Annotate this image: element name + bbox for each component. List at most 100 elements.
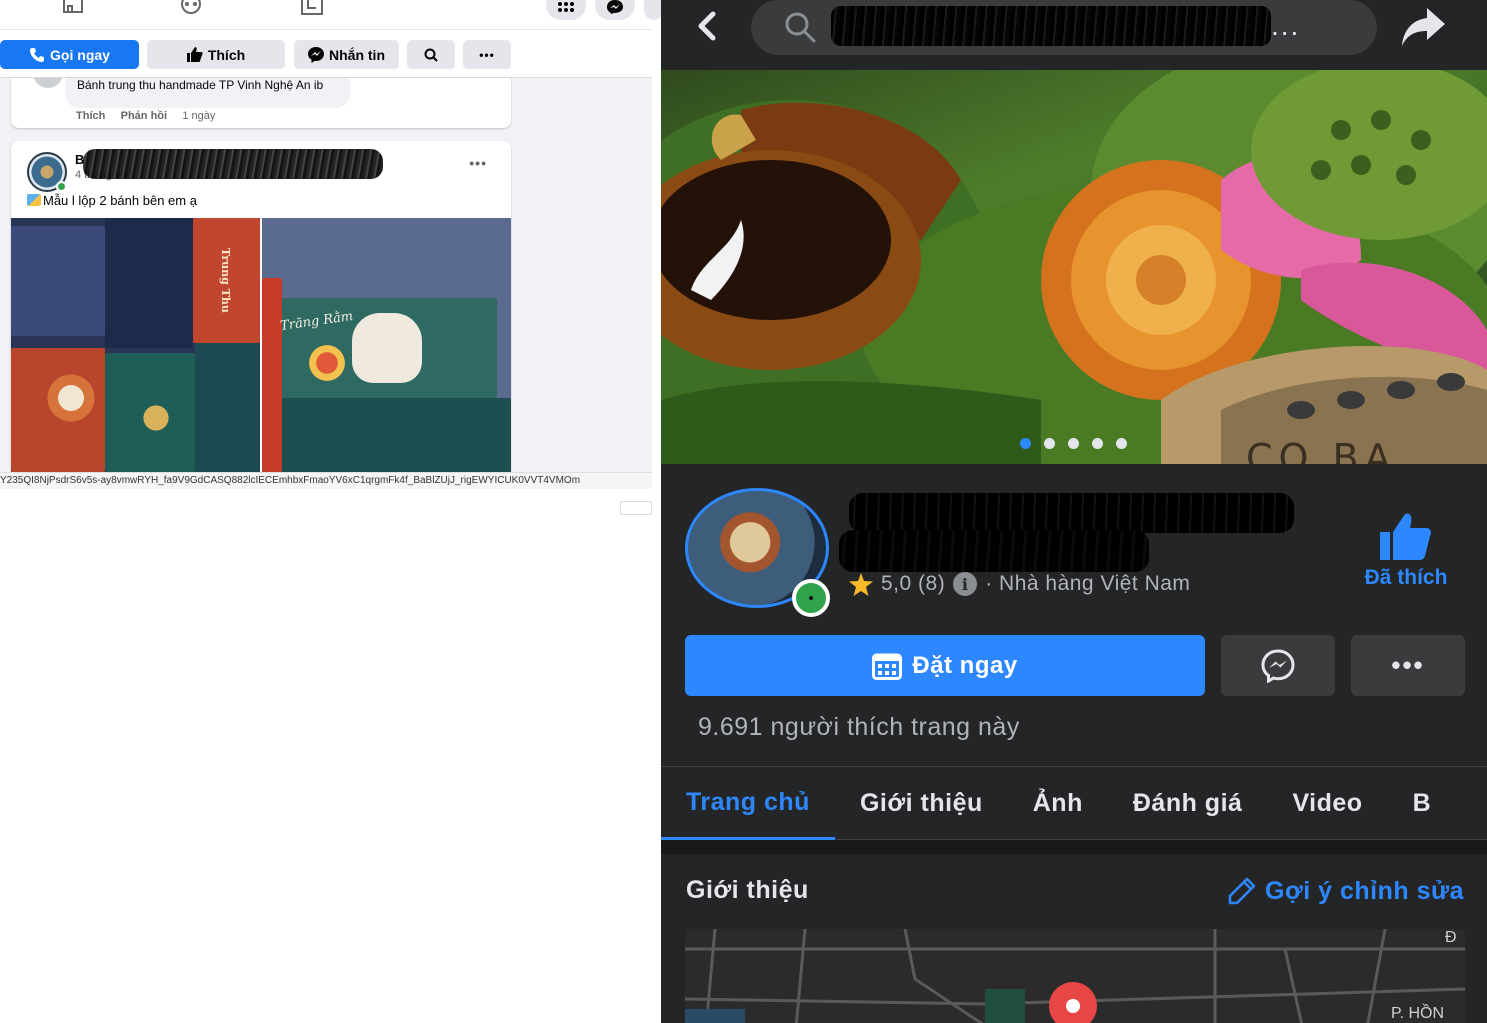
map-district-label: P. HỒN: [1391, 1005, 1445, 1022]
map-streets: [685, 929, 1465, 1023]
gaming-icon[interactable]: [300, 0, 326, 18]
about-title: Giới thiệu: [686, 876, 809, 904]
slide-dot[interactable]: [1092, 438, 1103, 449]
post-photo-1[interactable]: Trung Thu: [11, 218, 260, 472]
comment-bubble: Bánh trung thu handmade TP Vinh Nghệ An …: [65, 78, 350, 108]
tab-about[interactable]: Giới thiệu: [835, 767, 1008, 840]
desktop-facebook-panel: Gọi ngay Thích Nhắn tin ••• Bánh trung t…: [0, 0, 661, 1023]
comment-meta: Thích Phản hồi 1 ngày: [76, 110, 215, 122]
thumbs-up-icon: [186, 47, 203, 62]
search-ellipsis: ...: [1271, 10, 1301, 41]
rating-value: 5,0 (8): [881, 572, 946, 595]
book-now-button[interactable]: Đặt ngay: [685, 635, 1205, 696]
groups-icon[interactable]: [178, 0, 204, 18]
cover-watermark: CO BA: [1246, 436, 1397, 464]
gift-box: [262, 278, 282, 472]
commenter-avatar: [33, 78, 63, 88]
info-icon[interactable]: i: [953, 572, 978, 596]
gift-box: [11, 226, 105, 336]
notifications-button[interactable]: [644, 0, 661, 20]
slide-dot[interactable]: [1068, 438, 1079, 449]
thumbs-up-icon: [1380, 513, 1431, 560]
more-options-button[interactable]: •••: [1351, 635, 1465, 696]
flower-motif: [131, 393, 181, 443]
back-arrow-icon[interactable]: [691, 8, 727, 44]
tab-photos[interactable]: Ảnh: [1008, 767, 1108, 840]
mobile-facebook-panel: ... CO BA 5,0 (8) i · Nhà hàng Việt Nam …: [661, 0, 1487, 1023]
page-action-bar: Gọi ngay Thích Nhắn tin •••: [0, 30, 652, 78]
search-bar[interactable]: ...: [751, 0, 1377, 55]
post-card: B 4 tháng 9 lú ••• Mẫu l lộp 2 bánh bên …: [11, 141, 511, 472]
online-status-dot: [56, 181, 67, 192]
flower-motif: [302, 338, 352, 388]
menu-grid-button[interactable]: [546, 0, 586, 20]
search-page-button[interactable]: [407, 40, 455, 69]
suggest-edit-label: Gợi ý chỉnh sửa: [1265, 876, 1464, 905]
star-icon: [849, 572, 873, 596]
mobile-top-bar: ...: [661, 0, 1487, 70]
message-button[interactable]: Nhắn tin: [294, 40, 399, 69]
cover-illustration: [661, 70, 1487, 464]
redacted-page-name-line2: [839, 530, 1149, 572]
more-options-button[interactable]: •••: [463, 40, 511, 69]
like-label: Thích: [207, 46, 246, 63]
messenger-icon: [607, 0, 623, 14]
redacted-search-text: [831, 6, 1271, 46]
rating-row[interactable]: 5,0 (8) i · Nhà hàng Việt Nam: [849, 572, 1190, 596]
rabbit-motif: [352, 313, 422, 383]
calendar-icon: [872, 653, 903, 680]
search-icon: [785, 12, 816, 43]
location-map[interactable]: P. HỒN Đ: [685, 929, 1465, 1023]
comment-time: 1 ngày: [182, 110, 216, 122]
tab-reviews[interactable]: Đánh giá: [1108, 767, 1268, 840]
comment-like-link[interactable]: Thích: [76, 110, 105, 122]
slide-dot[interactable]: [1044, 438, 1055, 449]
gift-box: [262, 398, 511, 472]
cover-photo[interactable]: CO BA: [661, 70, 1487, 464]
redacted-page-name: [849, 493, 1294, 533]
messenger-icon: [1261, 648, 1295, 683]
slide-dot[interactable]: [1020, 438, 1031, 449]
tab-videos[interactable]: Video: [1267, 767, 1387, 840]
map-street-label: Đ: [1445, 929, 1457, 946]
post-more-button[interactable]: •••: [469, 155, 487, 171]
post-caption: Mẫu l lộp 2 bánh bên em ạ: [27, 193, 197, 208]
online-status-dot: [792, 579, 830, 617]
page-category: · Nhà hàng Việt Nam: [985, 572, 1191, 595]
profile-picture[interactable]: [685, 488, 830, 617]
grid-icon: [558, 2, 574, 12]
page-tabs: Trang chủ Giới thiệu Ảnh Đánh giá Video …: [661, 767, 1487, 840]
post-caption-text: Mẫu l lộp 2 bánh bên em ạ: [43, 193, 197, 208]
liked-label: Đã thích: [1364, 566, 1448, 589]
search-icon: [424, 48, 438, 62]
gift-box: [195, 343, 260, 472]
redaction-scribble: [83, 149, 383, 179]
suggest-edit-link[interactable]: Gợi ý chỉnh sửa: [1227, 876, 1464, 906]
gift-box: [105, 218, 193, 348]
page-likes-count: 9.691 người thích trang này: [698, 713, 1020, 741]
book-now-label: Đặt ngay: [912, 651, 1018, 679]
message-label: Nhắn tin: [329, 46, 385, 63]
marketplace-icon[interactable]: [60, 0, 86, 18]
messenger-button[interactable]: [595, 0, 635, 20]
slide-dot[interactable]: [1116, 438, 1127, 449]
cover-slide-indicator: [1020, 438, 1127, 449]
liked-button[interactable]: Đã thích: [1351, 512, 1461, 590]
photo-1-label: Trung Thu: [219, 248, 232, 313]
about-section: Giới thiệu Gợi ý chỉnh sửa P. HỒN Đ: [661, 854, 1487, 1023]
comment-card: Bánh trung thu handmade TP Vinh Nghệ An …: [11, 78, 511, 128]
tab-home[interactable]: Trang chủ: [661, 767, 835, 840]
call-now-label: Gọi ngay: [50, 46, 110, 63]
post-photo-2[interactable]: Trăng Rằm: [262, 218, 511, 472]
tab-more-truncated[interactable]: B: [1388, 767, 1457, 840]
top-navigation: [0, 0, 661, 30]
messenger-button[interactable]: [1221, 635, 1335, 696]
flower-motif: [41, 368, 101, 428]
browser-status-url: Y235QI8NjPsdrS6v5s-ay8vmwRYH_fa9V9GdCASQ…: [0, 472, 652, 489]
call-now-button[interactable]: Gọi ngay: [0, 40, 139, 69]
comment-reply-link[interactable]: Phản hồi: [121, 110, 167, 122]
section-separator: [661, 840, 1487, 854]
share-arrow-icon[interactable]: [1399, 4, 1449, 48]
like-button[interactable]: Thích: [147, 40, 285, 69]
page-avatar[interactable]: [27, 152, 67, 192]
